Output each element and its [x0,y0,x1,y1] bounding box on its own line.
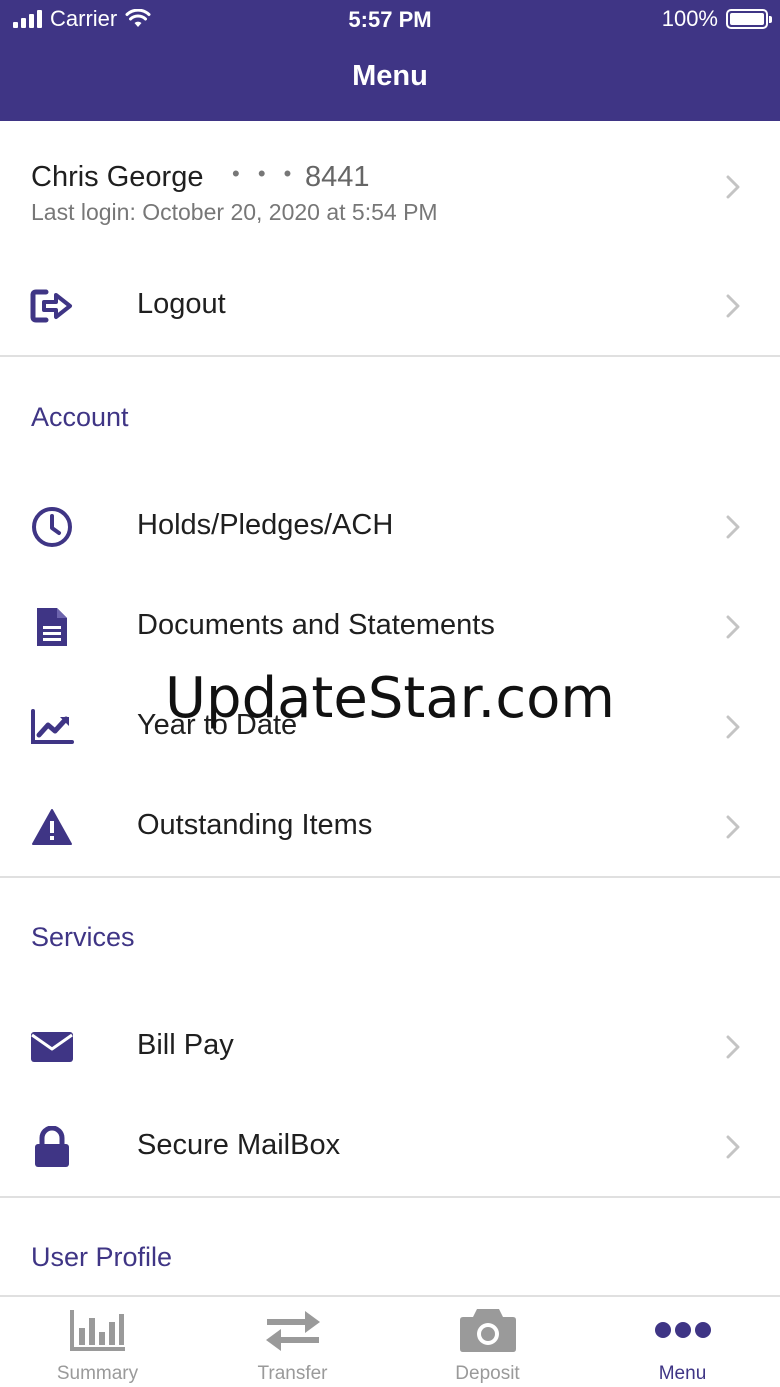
logout-label: Logout [137,288,226,320]
menu-item-secure-mailbox[interactable]: Secure MailBox [0,1097,780,1197]
menu-item-documents[interactable]: Documents and Statements [0,577,780,677]
profile-name: Chris George [31,161,204,193]
tab-summary[interactable]: Summary [0,1297,195,1387]
menu-item-outstanding[interactable]: Outstanding Items [0,777,780,877]
transfer-arrows-icon [195,1307,390,1353]
tab-label: Summary [56,1363,139,1384]
more-dots-icon [585,1307,780,1353]
menu-item-bill-pay[interactable]: Bill Pay [0,997,780,1097]
chart-line-icon [30,705,74,749]
menu-item-label: Documents and Statements [137,609,495,641]
battery-icon [726,9,772,29]
battery-percent: 100% [661,6,718,31]
status-bar: Carrier 5:57 PM 100% [0,0,780,40]
lock-icon [30,1125,74,1169]
section-title-user-profile: User Profile [31,1242,173,1272]
tab-transfer[interactable]: Transfer [195,1297,390,1387]
tab-label: Transfer [257,1363,328,1384]
menu-item-label: Secure MailBox [137,1129,341,1161]
status-right: 100% [661,6,772,32]
profile-row[interactable]: Chris George • • • 8441 Last login: Octo… [0,121,780,246]
app-header: Carrier 5:57 PM 100% Menu [0,0,780,121]
tab-menu[interactable]: Menu [585,1297,780,1387]
menu-item-label: Outstanding Items [137,809,373,841]
divider [0,355,780,357]
section-title-services: Services [31,922,135,952]
camera-icon [390,1307,585,1353]
menu-item-label: Holds/Pledges/ACH [137,509,394,541]
logout-row[interactable]: Logout [0,256,780,356]
tab-label: Deposit [455,1363,520,1384]
menu-item-year-to-date[interactable]: Year to Date [0,677,780,777]
chevron-right-icon [726,294,740,318]
divider [0,876,780,878]
chevron-right-icon [726,615,740,639]
chevron-right-icon [726,715,740,739]
tab-label: Menu [658,1363,707,1384]
page-title: Menu [352,60,428,92]
logout-icon [30,284,74,328]
bar-chart-icon [0,1307,195,1353]
account-suffix: 8441 [305,161,370,193]
divider [0,1196,780,1198]
clock-icon [30,505,74,549]
tab-deposit[interactable]: Deposit [390,1297,585,1387]
chevron-right-icon [726,175,740,199]
menu-item-holds[interactable]: Holds/Pledges/ACH [0,477,780,577]
envelope-icon [30,1025,74,1069]
chevron-right-icon [726,1035,740,1059]
account-mask: • • • [232,161,298,186]
section-title-account: Account [31,402,129,432]
warning-icon [30,805,74,849]
tab-bar: Summary Transfer Deposit Menu [0,1295,780,1387]
chevron-right-icon [726,1135,740,1159]
document-icon [30,605,74,649]
chevron-right-icon [726,515,740,539]
last-login: Last login: October 20, 2020 at 5:54 PM [31,199,438,225]
chevron-right-icon [726,815,740,839]
menu-item-label: Year to Date [137,709,298,741]
menu-item-label: Bill Pay [137,1029,234,1061]
